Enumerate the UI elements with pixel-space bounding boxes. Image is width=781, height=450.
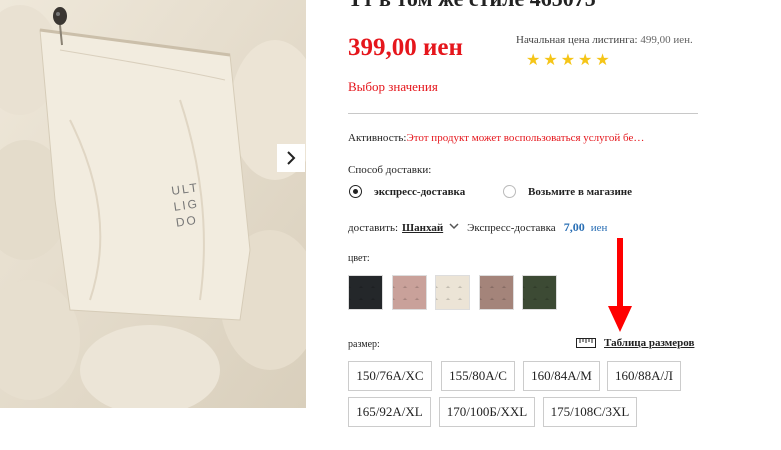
color-swatch-cream[interactable] [435, 275, 470, 310]
size-option-button[interactable]: 170/100Б/XXL [439, 397, 535, 427]
delivery-option-express[interactable]: экспресс-доставка [349, 185, 465, 198]
activity-row: Активность:Этот продукт может воспользов… [348, 132, 644, 144]
list-price-value: 499,00 иен. [640, 34, 693, 46]
shipping-row: доставить: Шанхай Экспресс-доставка 7,00… [348, 220, 607, 235]
shipping-currency: иен [590, 221, 608, 234]
ship-to-label: доставить: [348, 221, 399, 234]
delivery-option-label: Возьмите в магазине [528, 185, 633, 198]
size-option-button[interactable]: 160/84A/M [523, 361, 600, 391]
delivery-method-label: Способ доставки: [348, 164, 432, 176]
color-swatch-mauve[interactable] [479, 275, 514, 310]
color-swatch-pink[interactable] [392, 275, 427, 310]
next-image-button[interactable] [277, 144, 305, 172]
radio-checked-icon[interactable] [349, 185, 362, 198]
chevron-down-icon[interactable] [449, 222, 459, 233]
radio-unchecked-icon[interactable] [503, 185, 516, 198]
shipping-method: Экспресс-доставка [467, 221, 556, 234]
color-swatch-black[interactable] [348, 275, 383, 310]
delivery-option-label: экспресс-доставка [374, 185, 466, 198]
list-price-label: Начальная цена листинга: [516, 34, 638, 46]
choose-value-link[interactable]: Выбор значения [348, 79, 438, 95]
activity-label: Активность: [348, 132, 407, 144]
size-chart-label: Таблица размеров [604, 337, 695, 349]
list-price: Начальная цена листинга: 499,00 иен. [516, 34, 693, 46]
product-image: ULT LIG DO [0, 0, 306, 408]
size-option-button[interactable]: 175/108C/3XL [543, 397, 637, 427]
divider [348, 113, 698, 114]
product-photo: ULT LIG DO [0, 0, 306, 408]
ship-city-select[interactable]: Шанхай [402, 222, 443, 234]
size-option-button[interactable]: 160/88A/Л [607, 361, 681, 391]
color-swatch-olive[interactable] [522, 275, 557, 310]
size-label: размер: [348, 339, 380, 350]
rating-stars: ★★★★★ [526, 52, 613, 69]
color-label: цвет: [348, 253, 370, 264]
activity-text[interactable]: Этот продукт может воспользоваться услуг… [406, 132, 644, 144]
size-option-button[interactable]: 150/76A/XC [348, 361, 432, 391]
product-price: 399,00 иен [348, 34, 463, 61]
shipping-cost: 7,00 [563, 220, 585, 234]
chevron-right-icon [287, 151, 296, 165]
size-chart-link[interactable]: Таблица размеров [576, 337, 694, 349]
delivery-option-pickup[interactable]: Возьмите в магазине [503, 185, 632, 198]
size-option-button[interactable]: 155/80A/C [441, 361, 515, 391]
product-title: Tт в том же стиле 465075 [348, 0, 596, 12]
ruler-icon [576, 338, 596, 348]
size-option-button[interactable]: 165/92A/XL [348, 397, 431, 427]
annotation-arrow-icon [608, 238, 632, 332]
